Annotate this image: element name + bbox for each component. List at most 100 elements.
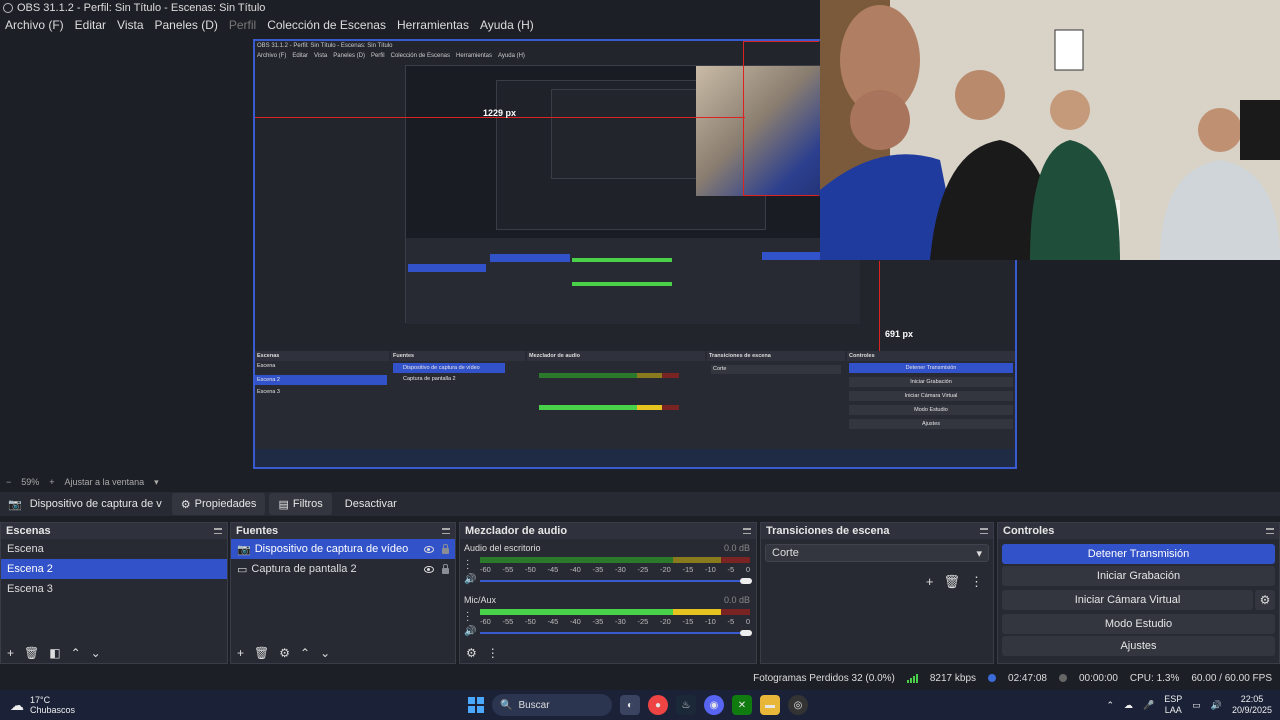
- zoom-in-button[interactable]: +: [49, 477, 54, 487]
- inner-controls-header: Controles: [847, 351, 1015, 361]
- gear-icon[interactable]: ⚙: [1255, 590, 1275, 610]
- volume-slider[interactable]: [480, 632, 750, 634]
- undock-icon[interactable]: [214, 528, 222, 534]
- undock-icon[interactable]: [1266, 528, 1274, 534]
- eye-icon[interactable]: [424, 565, 434, 573]
- lock-icon[interactable]: [442, 563, 449, 574]
- xbox-icon[interactable]: ✕: [732, 695, 752, 715]
- trash-icon[interactable]: 🗑: [24, 646, 39, 660]
- volume-icon[interactable]: 🔊: [1211, 700, 1222, 711]
- cpu-usage: CPU: 1.3%: [1129, 672, 1180, 684]
- camera-icon: 📷: [237, 543, 251, 556]
- transition-select[interactable]: Corte ▾: [765, 544, 989, 562]
- down-icon[interactable]: ⌄: [320, 646, 330, 660]
- studio-mode-button[interactable]: Modo Estudio: [1002, 614, 1275, 634]
- menu-editar[interactable]: Editar: [70, 18, 112, 32]
- chevron-down-icon[interactable]: ▾: [154, 477, 159, 488]
- properties-button[interactable]: ⚙ Propiedades: [171, 493, 266, 515]
- start-recording-button[interactable]: Iniciar Grabación: [1002, 566, 1275, 586]
- add-icon[interactable]: +: [237, 646, 244, 660]
- volume-knob[interactable]: [740, 630, 752, 636]
- nested-meter: [572, 258, 672, 262]
- stop-stream-button[interactable]: Detener Transmisión: [1002, 544, 1275, 564]
- inner-stop-stream: Detener Transmisión: [849, 363, 1013, 373]
- input-language[interactable]: ESP LAA: [1164, 694, 1182, 716]
- volume-slider[interactable]: [480, 580, 750, 582]
- menu-archivo[interactable]: Archivo (F): [0, 18, 70, 32]
- controls-dock: Controles Detener Transmisión Iniciar Gr…: [997, 522, 1280, 664]
- chrome-icon[interactable]: ●: [648, 695, 668, 715]
- cloud-icon[interactable]: ☁: [1124, 700, 1133, 711]
- kebab-icon[interactable]: ⋮: [487, 646, 499, 660]
- height-label: 691 px: [885, 329, 914, 339]
- taskbar-search[interactable]: 🔍 Buscar: [492, 694, 612, 716]
- stream-time: 02:47:08: [1008, 672, 1047, 684]
- filters-label: Filtros: [292, 498, 323, 510]
- undock-icon[interactable]: [442, 528, 450, 534]
- speaker-icon[interactable]: 🔊: [464, 626, 476, 637]
- trash-icon[interactable]: 🗑: [254, 646, 269, 660]
- scenes-header: Escenas: [1, 523, 227, 539]
- mic-icon[interactable]: 🎤: [1143, 700, 1154, 711]
- obs-icon[interactable]: ◎: [788, 695, 808, 715]
- eye-icon[interactable]: [424, 545, 434, 553]
- up-icon[interactable]: ⌃: [71, 646, 81, 660]
- up-icon[interactable]: ⌃: [300, 646, 310, 660]
- undock-icon[interactable]: [980, 528, 988, 534]
- scene-item[interactable]: Escena: [1, 539, 227, 559]
- kebab-icon[interactable]: ⋮: [970, 574, 983, 590]
- menu-vista[interactable]: Vista: [112, 18, 149, 32]
- lock-icon[interactable]: [442, 543, 449, 554]
- width-label: 1229 px: [483, 108, 517, 118]
- steam-icon[interactable]: ♨: [676, 695, 696, 715]
- windows-start-icon[interactable]: [468, 697, 484, 713]
- menu-coleccion-escenas[interactable]: Colección de Escenas: [262, 18, 392, 32]
- display-icon[interactable]: ▭: [1192, 700, 1201, 711]
- chevron-down-icon: ▾: [976, 547, 982, 560]
- add-icon[interactable]: +: [7, 646, 14, 660]
- source-item[interactable]: ▭ Captura de pantalla 2: [231, 559, 455, 579]
- controls-title: Controles: [1003, 525, 1055, 537]
- discord-icon[interactable]: ◉: [704, 695, 724, 715]
- inner-menu-item: Ayuda (H): [498, 53, 525, 59]
- mixer-channel-mic: Mic/Aux 0.0 dB · · · -60 -55 -50 -45 -40 -35 -30…: [464, 595, 752, 643]
- inner-menu-item: Editar: [292, 53, 309, 59]
- box-edge-line: [743, 41, 744, 196]
- menu-perfil[interactable]: Perfil: [224, 18, 262, 32]
- mixer-settings-icon[interactable]: ⚙: [466, 646, 477, 660]
- source-item-selected[interactable]: 📷 Dispositivo de captura de vídeo: [231, 539, 455, 559]
- menu-ayuda[interactable]: Ayuda (H): [475, 18, 540, 32]
- add-icon[interactable]: +: [926, 574, 934, 590]
- gear-icon[interactable]: ⚙: [279, 646, 290, 660]
- weather-widget[interactable]: ☁ 17°C Chubascos: [0, 695, 250, 715]
- filter-icon[interactable]: ◧: [49, 646, 60, 660]
- start-virtual-cam-button[interactable]: Iniciar Cámara Virtual: [1002, 590, 1253, 610]
- nested-selected-source: [490, 254, 570, 262]
- scene-item[interactable]: Escena 3: [1, 579, 227, 599]
- channel-name: Mic/Aux: [464, 595, 497, 605]
- deactivate-button[interactable]: Desactivar: [336, 493, 406, 515]
- menu-herramientas[interactable]: Herramientas: [392, 18, 475, 32]
- speaker-icon[interactable]: 🔊: [464, 574, 476, 585]
- file-explorer-icon[interactable]: ▬: [760, 695, 780, 715]
- down-icon[interactable]: ⌄: [91, 646, 101, 660]
- fit-window-option[interactable]: Ajustar a la ventana: [65, 477, 145, 487]
- kebab-icon[interactable]: · · ·: [466, 556, 469, 574]
- stream-icon: [988, 674, 997, 682]
- volume-knob[interactable]: [740, 578, 752, 584]
- kebab-icon[interactable]: · · ·: [466, 608, 469, 626]
- scene-item-selected[interactable]: Escena 2: [1, 559, 227, 579]
- settings-button[interactable]: Ajustes: [1002, 636, 1275, 656]
- record-time: 00:00:00: [1078, 672, 1118, 684]
- chevron-up-icon[interactable]: ⌃: [1106, 700, 1114, 711]
- widget-app-icon[interactable]: ◐: [620, 695, 640, 715]
- title-bar: OBS 31.1.2 - Perfil: Sin Título - Escena…: [0, 0, 820, 16]
- virtual-cam-row: Iniciar Cámara Virtual ⚙: [998, 588, 1279, 612]
- zoom-out-button[interactable]: −: [6, 477, 11, 487]
- trash-icon[interactable]: 🗑: [943, 574, 960, 590]
- undock-icon[interactable]: [743, 528, 751, 534]
- time-label: 22:05: [1240, 694, 1264, 704]
- filters-button[interactable]: ▤ Filtros: [269, 493, 332, 515]
- menu-paneles[interactable]: Paneles (D): [150, 18, 224, 32]
- clock[interactable]: 22:05 20/9/2025: [1232, 694, 1272, 716]
